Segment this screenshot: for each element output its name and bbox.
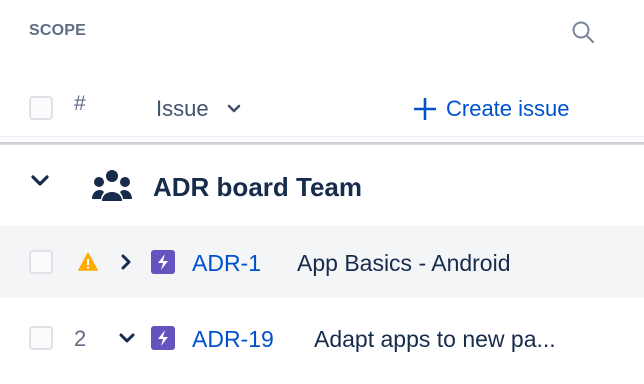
create-issue-label: Create issue: [446, 96, 570, 121]
scope-title: SCOPE: [29, 22, 87, 39]
people-icon: [92, 169, 132, 208]
rank-column-label: #: [74, 92, 86, 115]
issue-key-link[interactable]: ADR-1: [192, 250, 261, 277]
select-all-checkbox[interactable]: [29, 96, 53, 120]
chevron-down-icon[interactable]: [118, 328, 136, 353]
warning-icon: [78, 252, 98, 277]
header-divider: [0, 136, 644, 137]
issue-summary: Adapt apps to new pa...: [314, 326, 556, 352]
team-name: ADR board Team: [153, 172, 362, 202]
plus-icon: [414, 98, 436, 120]
issue-row[interactable]: 2 ADR-19 Adapt apps to new pa...: [0, 302, 644, 374]
issue-column-label: Issue: [156, 96, 209, 121]
issue-key-link[interactable]: ADR-19: [192, 326, 274, 353]
issue-row[interactable]: ADR-1 App Basics - Android: [0, 226, 644, 298]
chevron-right-icon[interactable]: [118, 252, 134, 277]
issue-sort-dropdown[interactable]: Issue: [156, 94, 241, 124]
epic-lightning-icon: [151, 326, 175, 350]
row-checkbox[interactable]: [29, 326, 53, 350]
rank-number: 2: [74, 326, 87, 351]
scope-header: SCOPE: [0, 0, 644, 64]
epic-lightning-icon: [151, 250, 175, 274]
search-icon[interactable]: [569, 18, 599, 48]
scroll-shadow: [0, 142, 644, 145]
row-checkbox[interactable]: [29, 250, 53, 274]
chevron-down-icon[interactable]: [30, 174, 50, 193]
issue-summary: App Basics - Android: [297, 250, 511, 276]
create-issue-button[interactable]: Create issue: [414, 94, 570, 124]
team-group-row[interactable]: ADR board Team: [0, 156, 644, 218]
chevron-down-icon: [227, 104, 241, 114]
column-header: # Issue Create issue: [0, 80, 644, 136]
